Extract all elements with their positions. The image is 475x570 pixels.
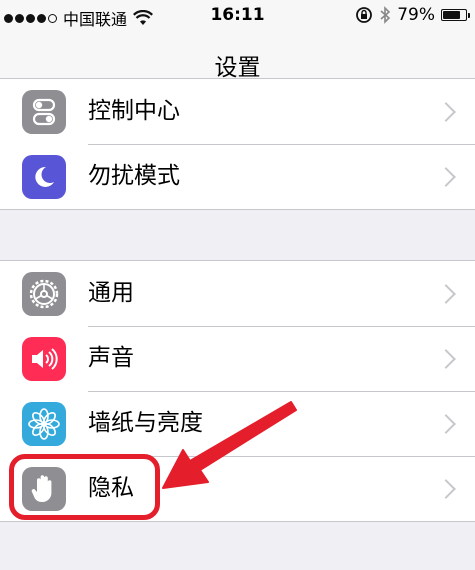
annotation-arrow bbox=[162, 401, 297, 489]
